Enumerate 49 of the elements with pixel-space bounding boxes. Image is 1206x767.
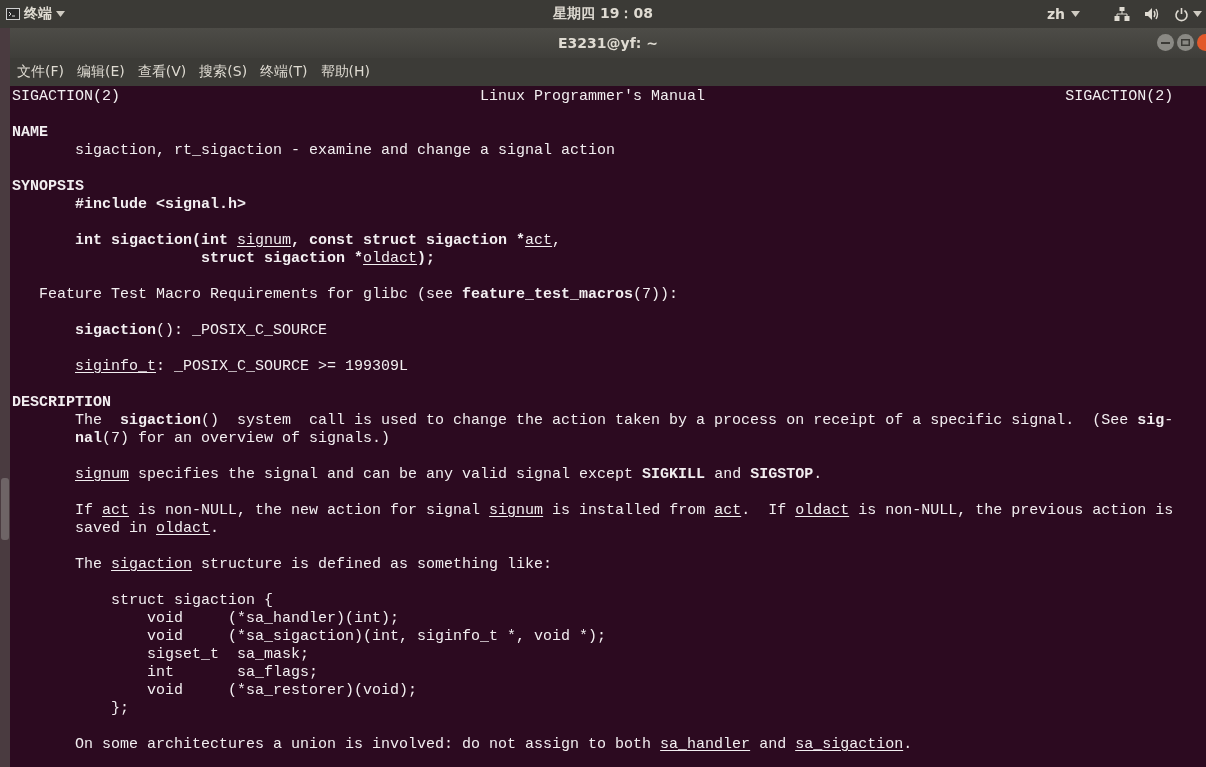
man-text-line: sigset_t sa_mask; [147,646,310,664]
man-text-line: }; [111,700,130,718]
menu-item[interactable]: 终端(T) [260,63,308,81]
man-text-line: If act is non-NULL, the new action for signal signum is installed from act. If oldact is non-NULL, the previous action is [75,502,1174,520]
power-icon [1174,6,1189,22]
section-heading: NAME [12,124,48,142]
man-text-line: signum specifies the signal and can be any valid signal except SIGKILL and SIGSTOP. [75,466,823,484]
man-text-line: int sigaction(int signum, const struct sigaction *act, [75,232,562,250]
man-text-line: int sa_flags; [147,664,319,682]
clock[interactable]: 星期四 19：08 [553,5,653,23]
power-menu[interactable] [1174,6,1202,22]
man-text-line: void (*sa_sigaction)(int, siginfo_t *, void *); [147,628,607,646]
man-text-line: Feature Test Macro Requirements for glibc (see feature_test_macros(7)): [39,286,679,304]
manual-title: Linux Programmer's Manual [480,88,706,106]
app-menu[interactable]: 终端 [6,5,65,23]
caret-icon [1193,11,1202,17]
minimize-button[interactable] [1157,34,1174,51]
man-text-line: On some architectures a union is involved: do not assign to both sa_handler and sa_sigaction. [75,736,913,754]
man-text-line: siginfo_t: _POSIX_C_SOURCE >= 199309L [75,358,409,376]
section-heading: DESCRIPTION [12,394,112,412]
minus-icon [1161,41,1170,44]
man-text-line: void (*sa_handler)(int); [147,610,400,628]
man-text-line: void (*sa_restorer)(void); [147,682,418,700]
caret-icon [56,11,65,17]
man-text-line: #include <signal.h> [75,196,247,214]
caret-icon [1071,11,1080,17]
language-indicator[interactable]: zh [1046,6,1080,22]
menu-item[interactable]: 搜索(S) [199,63,248,81]
man-text-line: saved in oldact. [75,520,220,538]
menu-item[interactable]: 编辑(E) [77,63,125,81]
page-header: SIGACTION(2) [12,88,121,106]
section-heading: SYNOPSIS [12,178,84,196]
man-text-line: struct sigaction *oldact); [201,250,436,268]
window-title: E3231@yf: ~ [558,35,658,51]
maximize-button[interactable] [1177,34,1194,51]
man-text-line: The sigaction() system call is used to change the action taken by a process on receipt of a specific signal. (See sig‐ [75,412,1174,430]
man-text-line: sigaction, rt_sigaction - examine and change a signal action [75,142,616,160]
terminal-icon [6,8,20,20]
square-icon [1181,39,1190,46]
menu-item[interactable]: 查看(V) [137,63,187,81]
network-icon[interactable] [1114,7,1130,21]
menu-item[interactable]: 文件(F) [17,63,64,81]
menu-item[interactable]: 帮助(H) [320,63,371,81]
man-text-line: The sigaction structure is defined as something like: [75,556,553,574]
volume-icon[interactable] [1144,7,1160,21]
man-text-line: struct sigaction { [111,592,274,610]
man-text-line: sigaction(): _POSIX_C_SOURCE [75,322,328,340]
page-header: SIGACTION(2) [1065,88,1174,106]
man-text-line: nal(7) for an overview of signals.) [75,430,391,448]
